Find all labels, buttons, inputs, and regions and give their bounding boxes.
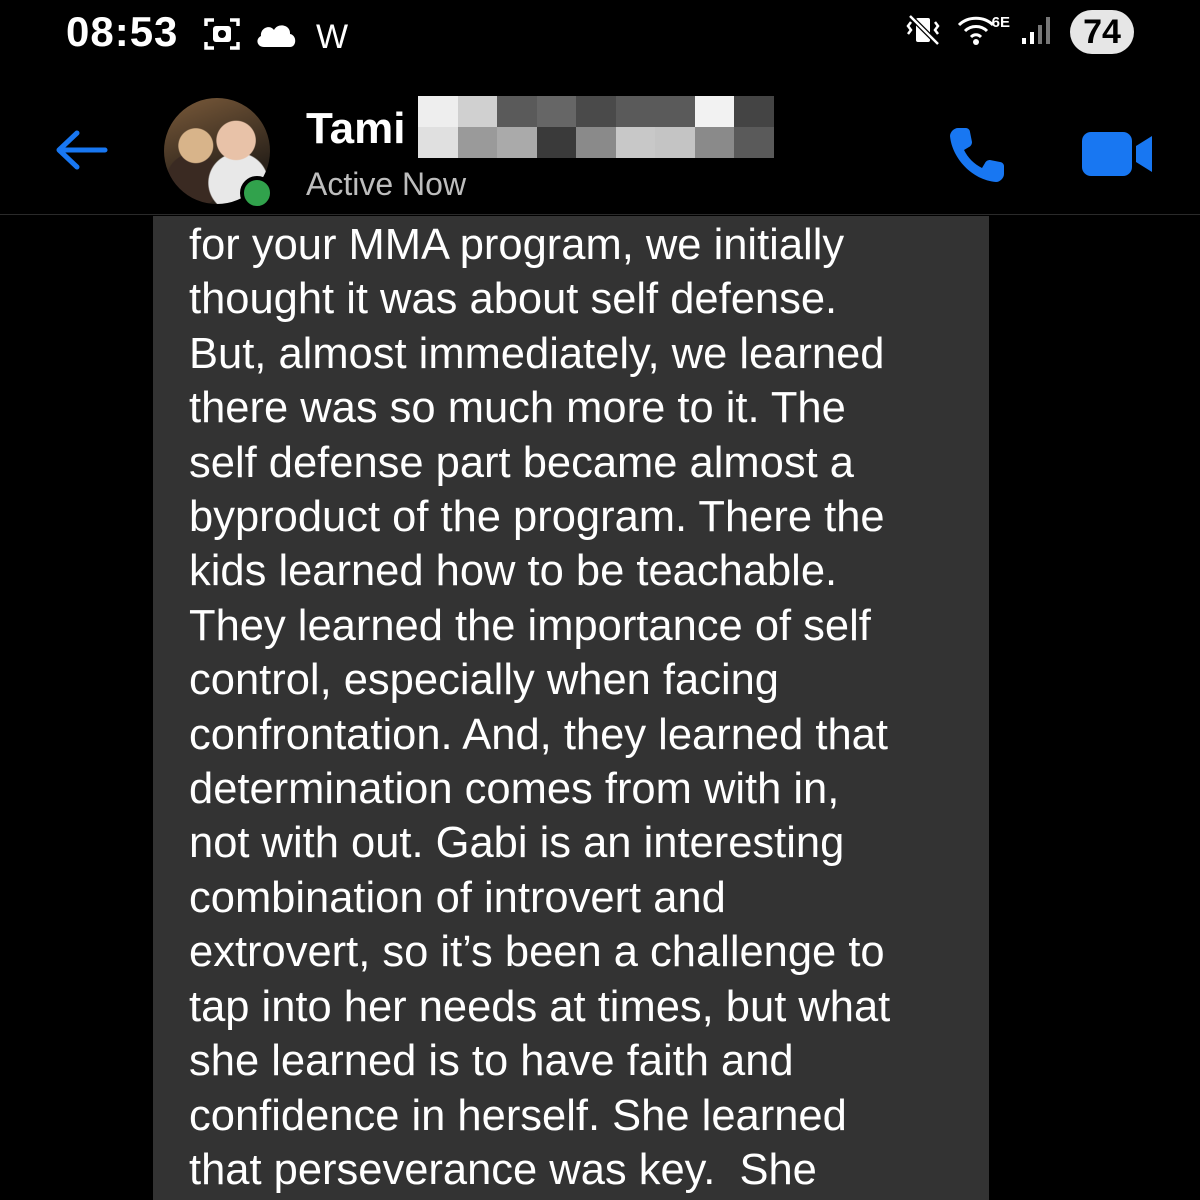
status-time: 08:53 <box>66 8 179 55</box>
message-line: confidence in herself. She learned <box>189 1091 847 1140</box>
message-line: tap into her needs at times, but what <box>189 982 891 1031</box>
status-bar: 08:53 W 6E 74 <box>0 0 1200 70</box>
message-bubble[interactable]: for your MMA program, we initially though… <box>153 216 989 1200</box>
battery-icon: 74 <box>1070 10 1134 54</box>
message-line: combination of introvert and <box>189 873 726 922</box>
contact-status: Active Now <box>306 166 467 202</box>
online-status-dot <box>240 176 274 210</box>
network-type-label: 6E <box>991 13 1010 31</box>
wifi-icon <box>956 13 996 52</box>
message-line: byproduct of the program. There the <box>189 493 885 542</box>
video-camera-icon <box>1082 132 1152 176</box>
screen-record-icon <box>202 14 242 59</box>
back-button[interactable] <box>50 122 112 178</box>
back-arrow-icon <box>56 130 108 170</box>
message-line: not with out. Gabi is an interesting <box>189 819 845 868</box>
status-left-icons: W <box>202 14 348 59</box>
contact-name[interactable]: Tami <box>306 104 405 154</box>
message-line: kids learned how to be teachable. <box>189 547 838 596</box>
message-line: control, especially when facing <box>189 656 779 705</box>
conversation-header: Tami Active Now <box>0 84 1200 215</box>
phone-icon <box>950 128 1004 182</box>
message-line: confrontation. And, they learned that <box>189 710 888 759</box>
message-line: there was so much more to it. The <box>189 384 846 433</box>
message-line: They learned the importance of self <box>189 601 871 650</box>
name-redaction <box>418 96 774 158</box>
message-line: But, almost immediately, we learned <box>189 329 885 378</box>
message-line: she learned is to have faith and <box>189 1037 794 1086</box>
message-text: for your MMA program, we initially though… <box>189 218 979 1197</box>
audio-call-button[interactable] <box>946 122 1010 186</box>
message-line: self defense part became almost a <box>189 438 854 487</box>
message-line: that perseverance was key. She <box>189 1145 817 1194</box>
message-line: thought it was about self defense. <box>189 275 838 324</box>
signal-icon <box>1020 14 1056 51</box>
vibrate-mute-icon <box>906 12 942 53</box>
status-letter: W <box>316 17 349 56</box>
message-line: extrovert, so it’s been a challenge to <box>189 928 885 977</box>
cloud-icon <box>254 19 298 54</box>
video-call-button[interactable] <box>1080 128 1156 180</box>
messenger-screen: 08:53 W 6E 74 Tami Active Now for your M… <box>0 0 1200 1200</box>
message-line: for your MMA program, we initially <box>189 221 845 269</box>
message-line: determination comes from with in, <box>189 765 840 814</box>
status-right-icons: 6E 74 <box>906 10 1134 54</box>
